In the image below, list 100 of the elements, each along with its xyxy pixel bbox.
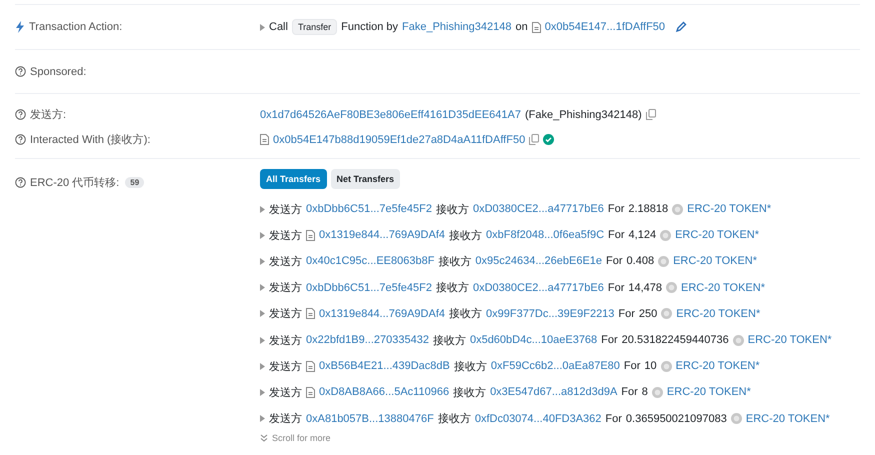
token-link[interactable]: ERC-20 TOKEN* bbox=[687, 203, 772, 216]
token-link[interactable]: ERC-20 TOKEN* bbox=[676, 360, 760, 372]
caret-icon[interactable] bbox=[260, 284, 265, 292]
caret-icon[interactable] bbox=[260, 310, 265, 318]
amount-text: 4,124 bbox=[628, 229, 656, 242]
for-label: For bbox=[624, 360, 640, 372]
receiver-label: 接收方 bbox=[449, 228, 482, 243]
amount-text: 8 bbox=[642, 386, 648, 398]
for-label: For bbox=[618, 308, 635, 320]
token-icon bbox=[660, 230, 672, 241]
caret-icon[interactable] bbox=[260, 24, 265, 30]
field-label: Interacted With (接收方): bbox=[30, 132, 150, 147]
sender-label: 发送方 bbox=[269, 254, 302, 269]
receiver-address-link[interactable]: 0x95c24634...26ebE6E1e bbox=[475, 255, 602, 268]
lightning-icon bbox=[15, 21, 25, 33]
pencil-icon[interactable] bbox=[675, 21, 688, 33]
receiver-address-link[interactable]: 0x99F377Dc...39E9F2213 bbox=[486, 308, 614, 320]
receiver-label: 接收方 bbox=[438, 412, 471, 426]
caret-icon[interactable] bbox=[260, 362, 265, 370]
transfers-tab[interactable]: Net Transfers bbox=[330, 169, 400, 189]
receiver-address-link[interactable]: 0x5d60bD4c...10aeE3768 bbox=[470, 334, 598, 346]
sender-address-link[interactable]: 0xA81b057B...13880476F bbox=[306, 412, 434, 425]
token-link[interactable]: ERC-20 TOKEN* bbox=[673, 255, 758, 268]
for-label: For bbox=[621, 386, 638, 398]
address-link[interactable]: 0x0b54E147b88d19059Ef1de27a8D4aA11fDAffF50 bbox=[273, 134, 526, 146]
token-link[interactable]: ERC-20 TOKEN* bbox=[681, 282, 765, 294]
receiver-label: 接收方 bbox=[449, 306, 482, 322]
token-icon bbox=[660, 360, 672, 372]
receiver-label: 接收方 bbox=[453, 386, 486, 400]
document-icon bbox=[260, 134, 269, 145]
receiver-label: 接收方 bbox=[438, 254, 472, 269]
token-icon bbox=[652, 386, 663, 398]
token-link[interactable]: ERC-20 TOKEN* bbox=[676, 308, 760, 320]
function-tag: Transfer bbox=[292, 19, 338, 35]
field-label: 发送方: bbox=[30, 108, 66, 122]
amount-text: 2.18818 bbox=[628, 203, 668, 216]
sender-address-link[interactable]: 0x1319e844...769A9DAf4 bbox=[319, 229, 445, 242]
sender-address-link[interactable]: 0xD8AB8A66...5Ac110966 bbox=[319, 386, 450, 398]
token-icon bbox=[658, 256, 670, 267]
copy-icon[interactable] bbox=[529, 134, 540, 145]
token-icon bbox=[732, 334, 744, 346]
caret-icon[interactable] bbox=[260, 232, 265, 239]
amount-text: 250 bbox=[638, 308, 658, 320]
scroll-more-link[interactable]: Scroll for more bbox=[272, 432, 331, 443]
sender-label: 发送方 bbox=[269, 306, 302, 322]
receiver-address-link[interactable]: 0xbF8f2048...0f6ea5f9C bbox=[486, 229, 604, 242]
field-label: ERC-20 代币转移: bbox=[30, 176, 120, 190]
sender-label: 发送方 bbox=[269, 228, 302, 243]
caller-link[interactable]: Fake_Phishing342148 bbox=[402, 21, 512, 33]
amount-text: 0.365950021097083 bbox=[626, 412, 727, 425]
contract-link[interactable]: 0x0b54E147...1fDAffF50 bbox=[544, 21, 666, 33]
amount-text: 10 bbox=[644, 360, 657, 372]
sender-address-link[interactable]: 0xbDbb6C51...7e5fe45F2 bbox=[306, 203, 432, 216]
address-link[interactable]: 0x1d7d64526AeF80BE3e806eEff4161D35dEE641A7 bbox=[260, 108, 521, 120]
caret-icon[interactable] bbox=[260, 336, 265, 344]
receiver-address-link[interactable]: 0xfDc03074...40FD3A362 bbox=[474, 412, 602, 425]
chevrons-down-icon bbox=[260, 434, 268, 442]
sender-address-link[interactable]: 0xbDbb6C51...7e5fe45F2 bbox=[306, 282, 432, 294]
receiver-address-link[interactable]: 0xD0380CE2...a47717bE6 bbox=[472, 282, 604, 294]
sender-address-link[interactable]: 0x22bfd1B9...270335432 bbox=[306, 334, 429, 346]
receiver-label: 接收方 bbox=[454, 360, 487, 374]
sender-label: 发送方 bbox=[269, 334, 302, 348]
count-badge: 59 bbox=[125, 177, 144, 188]
token-icon bbox=[730, 413, 742, 424]
field-label: Transaction Action: bbox=[29, 21, 122, 33]
caret-icon[interactable] bbox=[260, 415, 265, 422]
caret-icon[interactable] bbox=[260, 206, 265, 213]
for-label: For bbox=[608, 282, 624, 294]
amount-text: 20.531822459440736 bbox=[622, 334, 729, 346]
for-label: For bbox=[601, 334, 618, 346]
call-text: Call bbox=[269, 21, 288, 33]
caret-icon[interactable] bbox=[260, 258, 265, 265]
help-icon bbox=[15, 177, 26, 188]
for-label: For bbox=[606, 255, 623, 268]
sender-label: 发送方 bbox=[269, 202, 302, 217]
sender-address-link[interactable]: 0xB56B4E21...439Dac8dB bbox=[319, 360, 450, 372]
help-icon bbox=[15, 109, 26, 120]
receiver-address-link[interactable]: 0xD0380CE2...a47717bE6 bbox=[472, 203, 604, 216]
token-link[interactable]: ERC-20 TOKEN* bbox=[748, 334, 832, 346]
document-icon bbox=[532, 22, 541, 32]
amount-text: 0.408 bbox=[626, 255, 654, 268]
field-label: Sponsored: bbox=[30, 66, 86, 78]
token-link[interactable]: ERC-20 TOKEN* bbox=[746, 412, 830, 425]
on-text: on bbox=[516, 21, 528, 33]
caret-icon[interactable] bbox=[260, 388, 265, 396]
token-link[interactable]: ERC-20 TOKEN* bbox=[675, 229, 760, 242]
transfers-tab[interactable]: All Transfers bbox=[260, 169, 327, 189]
receiver-address-link[interactable]: 0x3E547d67...a812d3d9A bbox=[490, 386, 618, 398]
receiver-label: 接收方 bbox=[436, 202, 469, 217]
help-icon bbox=[15, 134, 26, 145]
amount-text: 14,478 bbox=[628, 282, 662, 294]
receiver-label: 接收方 bbox=[436, 280, 469, 296]
token-link[interactable]: ERC-20 TOKEN* bbox=[666, 386, 751, 398]
sender-address-link[interactable]: 0x1319e844...769A9DAf4 bbox=[319, 308, 445, 320]
copy-icon[interactable] bbox=[646, 109, 656, 120]
token-icon bbox=[661, 308, 672, 320]
sender-address-link[interactable]: 0x40c1C95c...EE8063b8F bbox=[306, 255, 434, 268]
receiver-address-link[interactable]: 0xF59Cc6b2...0aEa87E80 bbox=[490, 360, 620, 372]
sender-label: 发送方 bbox=[269, 280, 302, 296]
for-label: For bbox=[608, 203, 624, 216]
